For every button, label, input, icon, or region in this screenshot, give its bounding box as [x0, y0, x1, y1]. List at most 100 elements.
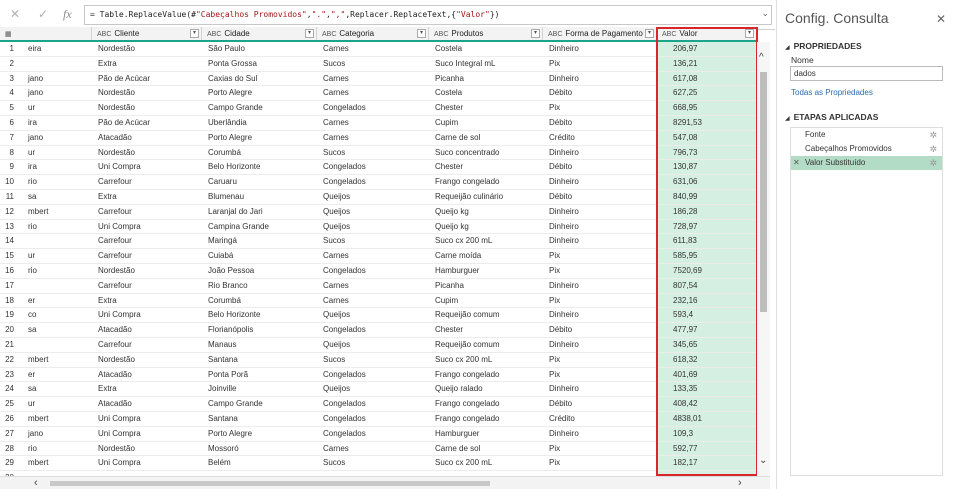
table-cell[interactable]: Frango congelado	[429, 368, 541, 382]
table-cell[interactable]: Uni Compra	[92, 427, 200, 441]
filter-dropdown-icon[interactable]: ▾	[745, 29, 754, 38]
table-cell[interactable]: Carnes	[317, 249, 427, 263]
table-cell[interactable]: Hamburguer	[429, 427, 541, 441]
cancel-icon[interactable]: ✕	[10, 7, 20, 21]
table-cell[interactable]: sa	[22, 323, 82, 337]
table-cell[interactable]: Carnes	[317, 442, 427, 456]
table-cell[interactable]: Pão de Acúcar	[92, 72, 200, 86]
table-cell[interactable]: Uni Compra	[92, 412, 200, 426]
table-cell[interactable]: Frango congelado	[429, 412, 541, 426]
type-icon[interactable]: ABC	[322, 31, 336, 38]
table-cell[interactable]: Carnes	[317, 131, 427, 145]
table-cell[interactable]: Suco cx 200 mL	[429, 234, 541, 248]
table-cell[interactable]	[22, 57, 82, 71]
table-cell[interactable]: sa	[22, 382, 82, 396]
table-cell[interactable]: Queijos	[317, 308, 427, 322]
table-cell[interactable]: Congelados	[317, 323, 427, 337]
table-cell[interactable]: 807,54	[667, 279, 755, 293]
filter-dropdown-icon[interactable]: ▾	[305, 29, 314, 38]
table-row[interactable]: 10 rio Carrefour Caruaru Congelados Frango co…	[0, 175, 756, 190]
step-fonte[interactable]: Fonte ✲	[791, 128, 942, 142]
table-cell[interactable]: Extra	[92, 382, 200, 396]
table-cell[interactable]: Porto Alegre	[202, 131, 315, 145]
table-cell[interactable]: Campo Grande	[202, 397, 315, 411]
table-cell[interactable]: ur	[22, 397, 82, 411]
table-cell[interactable]: Queijos	[317, 220, 427, 234]
table-cell[interactable]: Débito	[543, 86, 655, 100]
table-cell[interactable]: 206,97	[667, 42, 755, 56]
table-cell[interactable]: Dinheiro	[543, 308, 655, 322]
table-cell[interactable]: Débito	[543, 323, 655, 337]
filter-dropdown-icon[interactable]: ▾	[190, 29, 199, 38]
scroll-left-icon[interactable]: ‹	[34, 477, 38, 489]
table-cell[interactable]: Campo Grande	[202, 101, 315, 115]
table-cell[interactable]: 547,08	[667, 131, 755, 145]
table-cell[interactable]: 401,69	[667, 368, 755, 382]
table-cell[interactable]: Dinheiro	[543, 338, 655, 352]
table-cell[interactable]: Dinheiro	[543, 146, 655, 160]
table-cell[interactable]: Carrefour	[92, 249, 200, 263]
table-cell[interactable]: Extra	[92, 294, 200, 308]
column-header[interactable]: ABC Categoria ▾	[317, 27, 429, 40]
table-cell[interactable]: Joinville	[202, 382, 315, 396]
table-row[interactable]: 9 ira Uni Compra Belo Horizonte Congelados Ch…	[0, 160, 756, 176]
table-cell[interactable]: Nordestão	[92, 353, 200, 367]
table-cell[interactable]: 728,97	[667, 220, 755, 234]
table-cell[interactable]: Campina Grande	[202, 220, 315, 234]
table-cell[interactable]: Blumenau	[202, 190, 315, 204]
table-cell[interactable]: er	[22, 368, 82, 382]
table-cell[interactable]: Pix	[543, 456, 655, 470]
table-cell[interactable]: Queijo kg	[429, 205, 541, 219]
table-row[interactable]: 24 sa Extra Joinville Queijos Queijo ralado Di…	[0, 382, 756, 398]
table-cell[interactable]: Requeijão comum	[429, 308, 541, 322]
table-cell[interactable]: Pix	[543, 368, 655, 382]
table-cell[interactable]: Dinheiro	[543, 382, 655, 396]
table-cell[interactable]: Porto Alegre	[202, 86, 315, 100]
table-cell[interactable]: Porto Alegre	[202, 427, 315, 441]
table-cell[interactable]: jano	[22, 131, 82, 145]
table-cell[interactable]: Atacadão	[92, 131, 200, 145]
table-cell[interactable]: Manaus	[202, 338, 315, 352]
table-row[interactable]: 1 eira Nordestão São Paulo Carnes Costela Dinh…	[0, 42, 756, 57]
table-cell[interactable]: Carnes	[317, 42, 427, 56]
table-cell[interactable]: Ponta Porã	[202, 368, 315, 382]
table-cell[interactable]: 611,83	[667, 234, 755, 248]
table-cell[interactable]: Requeijão comum	[429, 338, 541, 352]
table-cell[interactable]: Pix	[543, 101, 655, 115]
table-row[interactable]: 23 er Atacadão Ponta Porã Congelados Frango c…	[0, 368, 756, 383]
type-icon[interactable]: ABC	[548, 31, 562, 38]
table-cell[interactable]: Congelados	[317, 397, 427, 411]
table-cell[interactable]: Carrefour	[92, 205, 200, 219]
table-cell[interactable]: Dinheiro	[543, 175, 655, 189]
table-cell[interactable]: mbert	[22, 205, 82, 219]
table-cell[interactable]: Corumbá	[202, 294, 315, 308]
table-cell[interactable]: 133,35	[667, 382, 755, 396]
formula-input[interactable]: = Table.ReplaceValue(#"Cabeçalhos Promov…	[84, 5, 772, 25]
table-cell[interactable]: Dinheiro	[543, 427, 655, 441]
table-cell[interactable]	[22, 234, 82, 248]
column-header[interactable]: ABC Cliente ▾	[92, 27, 202, 40]
table-row[interactable]: 5 ur Nordestão Campo Grande Congelados Cheste…	[0, 101, 756, 116]
type-icon[interactable]: ▦	[5, 31, 12, 38]
table-cell[interactable]: Carnes	[317, 86, 427, 100]
table-cell[interactable]: Dinheiro	[543, 220, 655, 234]
table-cell[interactable]: Maringá	[202, 234, 315, 248]
table-cell[interactable]: er	[22, 294, 82, 308]
table-cell[interactable]: jano	[22, 427, 82, 441]
scroll-thumb[interactable]	[760, 72, 767, 312]
table-cell[interactable]: 477,97	[667, 323, 755, 337]
table-cell[interactable]: 627,25	[667, 86, 755, 100]
table-cell[interactable]: 186,28	[667, 205, 755, 219]
table-cell[interactable]: Cuiabá	[202, 249, 315, 263]
table-cell[interactable]: Picanha	[429, 279, 541, 293]
table-cell[interactable]: Congelados	[317, 368, 427, 382]
table-cell[interactable]: Sucos	[317, 234, 427, 248]
table-cell[interactable]: Carne de sol	[429, 131, 541, 145]
step-cabecalhos-promovidos[interactable]: Cabeçalhos Promovidos ✲	[791, 142, 942, 156]
table-cell[interactable]: Belém	[202, 456, 315, 470]
table-cell[interactable]: Queijo ralado	[429, 382, 541, 396]
table-row[interactable]: 6 ira Pão de Acúcar Uberlândia Carnes Cupim Dé…	[0, 116, 756, 131]
table-row[interactable]: 19 co Uni Compra Belo Horizonte Queijos Reque…	[0, 308, 756, 324]
table-cell[interactable]: ira	[22, 116, 82, 130]
table-cell[interactable]: Carrefour	[92, 338, 200, 352]
